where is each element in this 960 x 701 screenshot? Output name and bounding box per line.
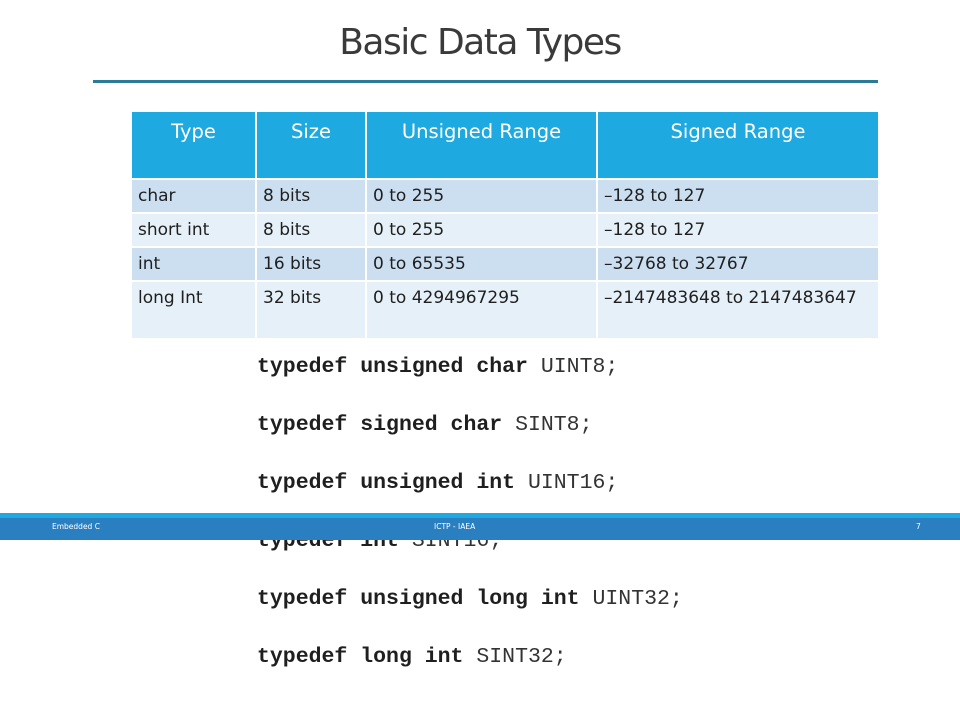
header-type: Type: [132, 112, 257, 178]
code-type-name: UINT8;: [540, 355, 619, 379]
cell-type: char: [132, 178, 257, 212]
code-type-name: SINT8;: [515, 413, 593, 437]
code-line: typedef long int SINT32;: [257, 643, 683, 672]
header-unsigned-range: Unsigned Range: [367, 112, 598, 178]
data-types-table: Type Size Unsigned Range Signed Range ch…: [132, 112, 878, 338]
code-base-type: unsigned long int: [360, 587, 580, 611]
page-number: 7: [916, 522, 921, 531]
slide-title: Basic Data Types: [339, 22, 622, 63]
code-line: typedef unsigned char UINT8;: [257, 353, 683, 382]
code-type-name: SINT32;: [476, 645, 567, 669]
cell-size: 16 bits: [257, 246, 367, 280]
header-signed-range: Signed Range: [598, 112, 878, 178]
code-keyword: typedef: [257, 413, 348, 437]
table-row: char 8 bits 0 to 255 –128 to 127: [132, 178, 878, 212]
cell-signed-range: –128 to 127: [598, 212, 878, 246]
code-keyword: typedef: [257, 587, 348, 611]
code-type-name: UINT16;: [527, 471, 619, 495]
footer-organization: ICTP - IAEA: [434, 522, 476, 531]
cell-type: long Int: [132, 280, 257, 338]
code-keyword: typedef: [257, 355, 348, 379]
code-line: typedef unsigned int UINT16;: [257, 469, 683, 498]
cell-size: 8 bits: [257, 178, 367, 212]
table-row: short int 8 bits 0 to 255 –128 to 127: [132, 212, 878, 246]
cell-signed-range: –128 to 127: [598, 178, 878, 212]
code-base-type: signed char: [360, 413, 503, 437]
cell-type: short int: [132, 212, 257, 246]
cell-size: 8 bits: [257, 212, 367, 246]
cell-unsigned-range: 0 to 65535: [367, 246, 598, 280]
code-keyword: typedef: [257, 645, 348, 669]
code-base-type: unsigned int: [360, 471, 516, 495]
code-type-name: UINT32;: [592, 587, 683, 611]
cell-type: int: [132, 246, 257, 280]
table-header-row: Type Size Unsigned Range Signed Range: [132, 112, 878, 178]
code-line: typedef unsigned long int UINT32;: [257, 585, 683, 614]
code-keyword: typedef: [257, 471, 348, 495]
cell-unsigned-range: 0 to 255: [367, 178, 598, 212]
footer-course-name: Embedded C: [52, 522, 100, 531]
cell-signed-range: –32768 to 32767: [598, 246, 878, 280]
title-divider: [93, 80, 878, 83]
code-base-type: long int: [360, 645, 464, 669]
table-row: int 16 bits 0 to 65535 –32768 to 32767: [132, 246, 878, 280]
slide-footer: Embedded C ICTP - IAEA 7: [0, 518, 960, 540]
code-base-type: unsigned char: [360, 355, 528, 379]
header-size: Size: [257, 112, 367, 178]
code-line: typedef signed char SINT8;: [257, 411, 683, 440]
cell-unsigned-range: 0 to 255: [367, 212, 598, 246]
